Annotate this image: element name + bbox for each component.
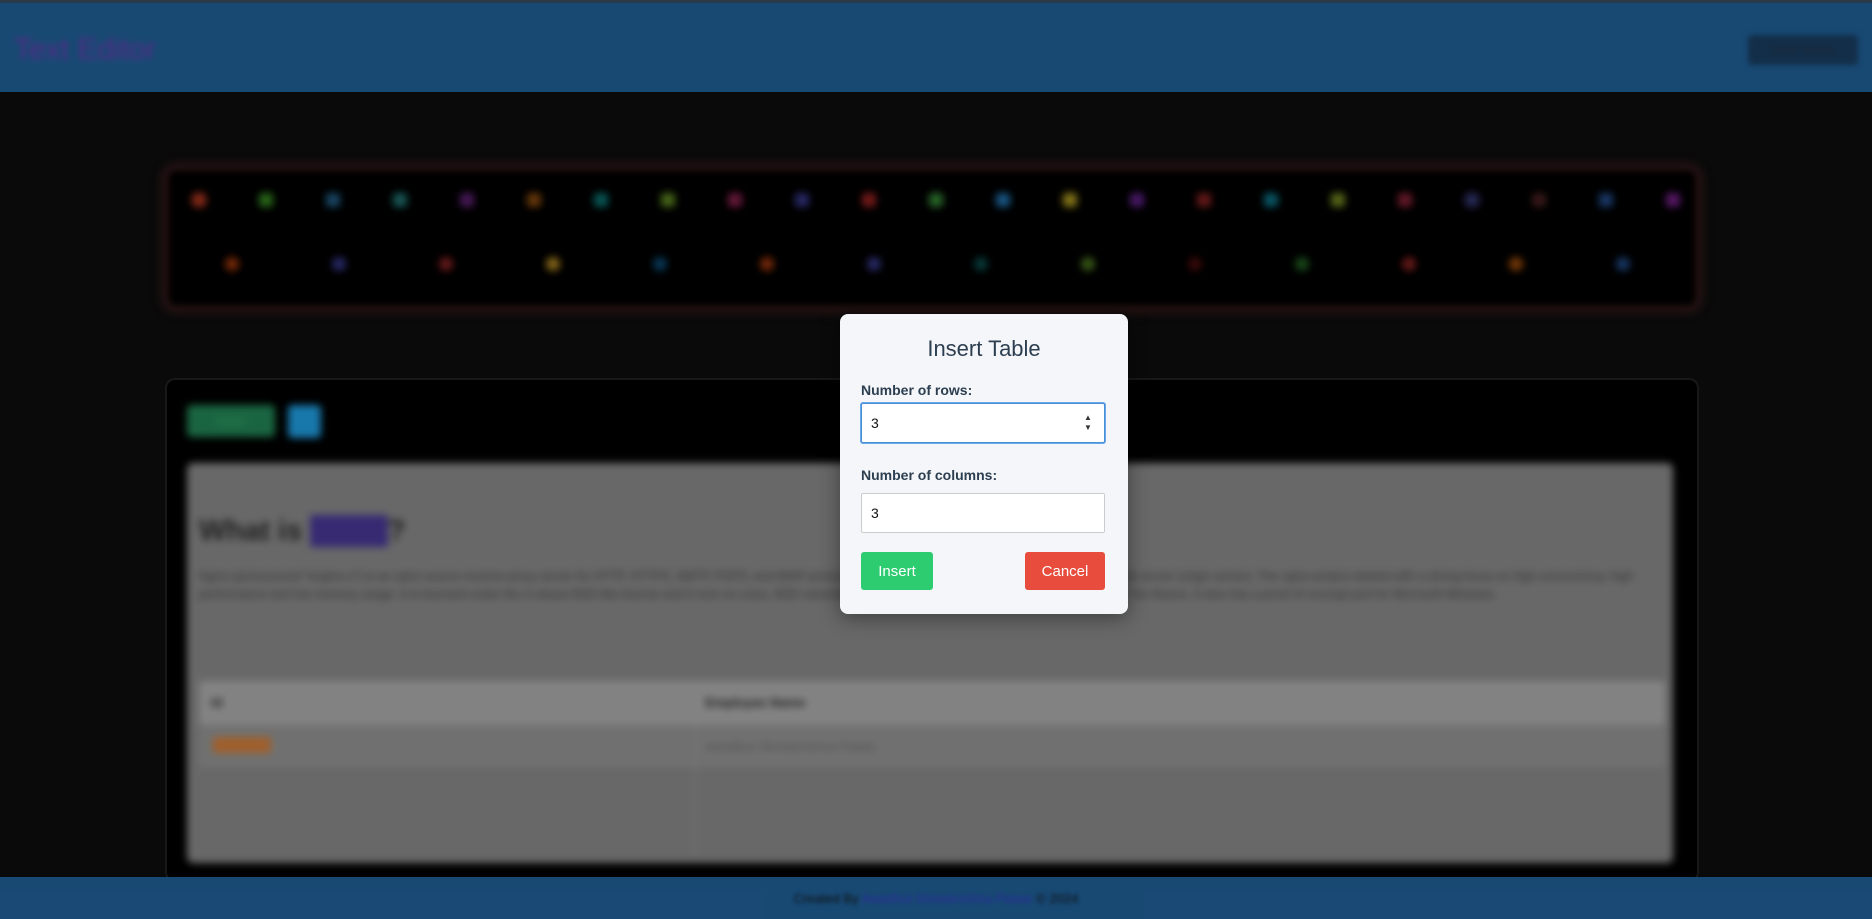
stepper-down-icon[interactable]: ▼ — [1081, 423, 1095, 433]
stepper-up-icon[interactable]: ▲ — [1081, 413, 1095, 423]
rows-input[interactable] — [861, 403, 1105, 443]
columns-input[interactable] — [861, 493, 1105, 533]
dialog-title: Insert Table — [927, 336, 1041, 361]
rows-stepper[interactable]: ▲ ▼ — [1081, 413, 1095, 433]
rows-label: Number of rows: — [861, 382, 973, 398]
cancel-button[interactable]: Cancel — [1025, 552, 1105, 590]
columns-label: Number of columns: — [861, 467, 998, 483]
insert-button[interactable]: Insert — [861, 552, 933, 590]
insert-table-dialog: Insert Table Number of rows: ▲ ▼ Number … — [840, 314, 1128, 614]
